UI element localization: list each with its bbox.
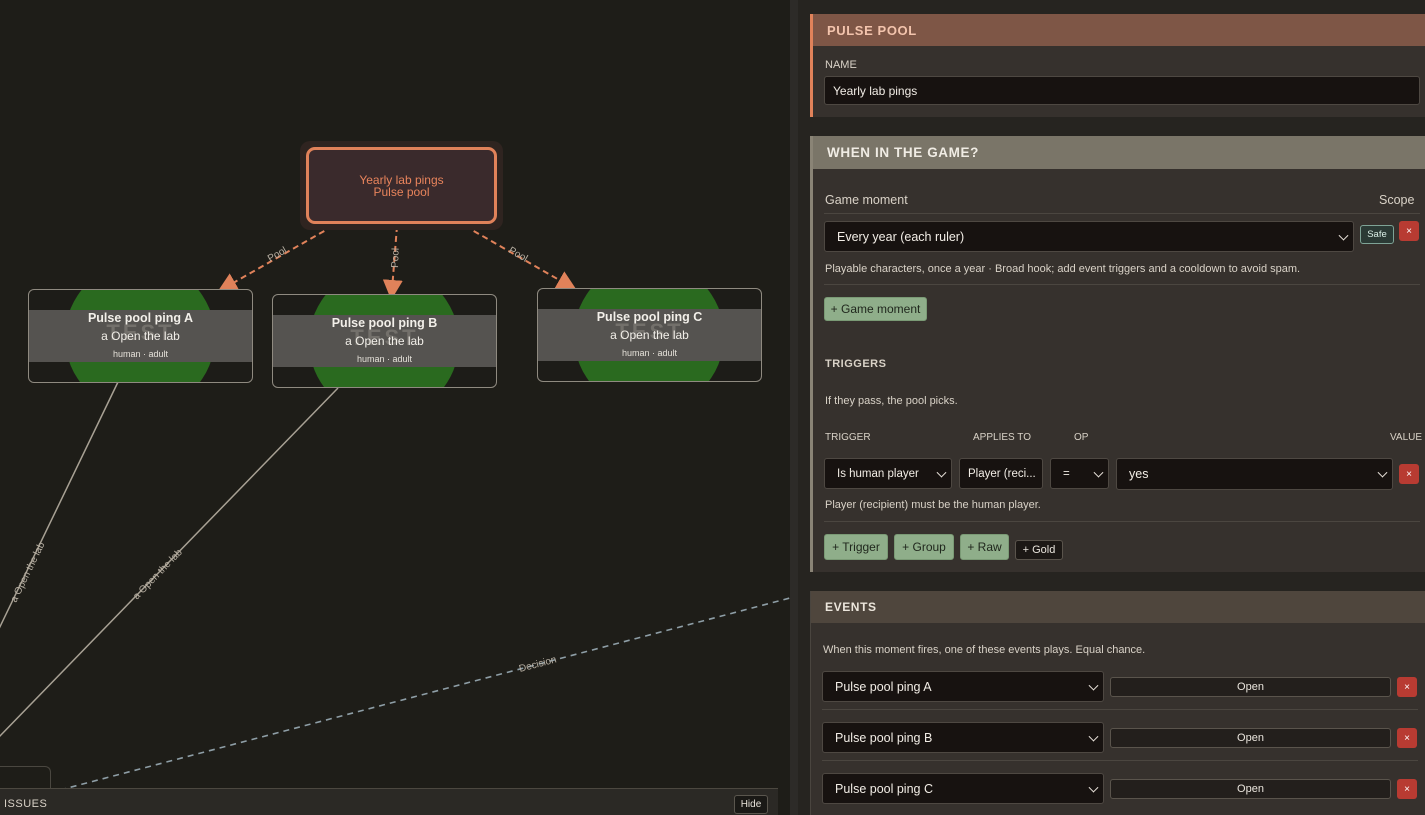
remove-event-button[interactable]: × (1397, 677, 1417, 697)
edge-label-decision: Decision (518, 654, 558, 675)
remove-moment-button[interactable]: × (1399, 221, 1419, 241)
events-card: EVENTS When this moment fires, one of th… (810, 591, 1425, 815)
chevron-down-icon (1093, 467, 1104, 478)
trigger-value: Is human player (837, 467, 919, 480)
open-event-button[interactable]: Open (1110, 728, 1391, 748)
chevron-down-icon (1088, 782, 1099, 793)
chevron-down-icon (1377, 467, 1388, 478)
pulse-pool-node-type: Pulse pool (373, 184, 430, 199)
moment-hint: Playable characters, once a year · Broad… (825, 263, 1301, 275)
event-node-meta: human · adult (356, 354, 413, 364)
chevron-down-icon (936, 467, 947, 478)
value-select[interactable]: yes (1116, 458, 1393, 490)
when-card: WHEN IN THE GAME? Game moment Scope Ever… (810, 136, 1425, 572)
open-event-button[interactable]: Open (1110, 677, 1391, 697)
operator-value: = (1063, 467, 1070, 480)
column-trigger: TRIGGER (825, 432, 871, 443)
scope-label: Scope (1379, 193, 1415, 207)
hide-issues-button[interactable]: Hide (734, 795, 768, 814)
event-node-c[interactable]: TEST Pulse pool ping C a Open the lab hu… (537, 288, 762, 382)
column-value: VALUE (1390, 432, 1423, 443)
edge-label-pool-b: Pool (390, 248, 402, 268)
edge-label-open-a: a Open the lab (9, 540, 48, 604)
pulse-pool-node[interactable]: Yearly lab pings Pulse pool (300, 141, 503, 230)
when-header: WHEN IN THE GAME? (813, 136, 1425, 169)
add-game-moment-button[interactable]: + Game moment (824, 297, 927, 321)
game-moment-select[interactable]: Every year (each ruler) (824, 221, 1354, 252)
edge-decision (59, 597, 790, 791)
event-select-value: Pulse pool ping A (835, 679, 932, 694)
event-select-b[interactable]: Pulse pool ping B (822, 722, 1104, 753)
column-applies-to: APPLIES TO (973, 432, 1031, 443)
events-header: EVENTS (811, 591, 1425, 623)
event-select-c[interactable]: Pulse pool ping C (822, 773, 1104, 804)
event-select-a[interactable]: Pulse pool ping A (822, 671, 1104, 702)
pulse-pool-node-box: Yearly lab pings Pulse pool (306, 147, 497, 224)
triggers-title: TRIGGERS (825, 358, 887, 370)
trigger-select[interactable]: Is human player (824, 458, 952, 489)
edge-label-open-b: a Open the lab (131, 547, 185, 602)
graph-edges: Pool Pool Pool a Open the lab a Open the… (0, 225, 790, 791)
triggers-hint: If they pass, the pool picks. (825, 395, 958, 407)
separator (824, 213, 1420, 214)
scope-badge: Safe (1360, 225, 1394, 244)
event-node-subtitle: a Open the lab (101, 329, 180, 343)
chevron-down-icon (1088, 680, 1099, 691)
pulse-pool-card: PULSE POOL NAME Yearly lab pings (810, 14, 1425, 117)
chevron-down-icon (1338, 230, 1349, 241)
chevron-down-icon (1088, 731, 1099, 742)
events-hint: When this moment fires, one of these eve… (823, 644, 1146, 656)
add-gold-button[interactable]: + Gold (1015, 540, 1063, 560)
game-moment-value: Every year (each ruler) (837, 229, 965, 244)
inspector-panel: PULSE POOL NAME Yearly lab pings WHEN IN… (798, 0, 1425, 815)
remove-event-button[interactable]: × (1397, 728, 1417, 748)
separator (824, 284, 1420, 285)
issues-title: ISSUES (4, 798, 48, 810)
event-node-title: Pulse pool ping C (596, 310, 703, 324)
separator (822, 709, 1418, 710)
operator-select[interactable]: = (1050, 458, 1109, 489)
panel-resize-handle[interactable] (790, 0, 798, 815)
name-input[interactable]: Yearly lab pings (824, 76, 1420, 105)
issues-bar: ISSUES Hide (0, 788, 778, 815)
game-moment-label: Game moment (825, 193, 908, 207)
separator (824, 521, 1420, 522)
add-raw-button[interactable]: + Raw (960, 534, 1009, 560)
event-node-subtitle: a Open the lab (345, 334, 424, 348)
edge-label-pool-a: Pool (266, 245, 289, 265)
pulse-pool-node-name: Yearly lab pings (359, 172, 444, 187)
name-label: NAME (825, 59, 857, 71)
event-select-value: Pulse pool ping C (835, 781, 933, 796)
add-trigger-button[interactable]: + Trigger (824, 534, 888, 560)
applies-to-field[interactable]: Player (reci... (959, 458, 1043, 489)
graph-canvas[interactable]: Pool Pool Pool a Open the lab a Open the… (0, 0, 790, 815)
event-node-b[interactable]: TEST Pulse pool ping B a Open the lab hu… (272, 294, 497, 388)
open-event-button[interactable]: Open (1110, 779, 1391, 799)
event-node-meta: human · adult (621, 348, 678, 358)
event-node-meta: human · adult (112, 349, 169, 359)
pulse-pool-header: PULSE POOL (813, 14, 1425, 46)
event-node-a[interactable]: TEST Pulse pool ping A a Open the lab hu… (28, 289, 253, 383)
event-node-title: Pulse pool ping B (331, 316, 438, 330)
column-op: OP (1074, 432, 1089, 443)
event-node-title: Pulse pool ping A (87, 311, 194, 325)
remove-trigger-button[interactable]: × (1399, 464, 1419, 484)
separator (822, 760, 1418, 761)
trigger-hint: Player (recipient) must be the human pla… (825, 499, 1041, 511)
event-node-subtitle: a Open the lab (610, 328, 689, 342)
add-group-button[interactable]: + Group (894, 534, 954, 560)
value-value: yes (1129, 467, 1149, 481)
event-select-value: Pulse pool ping B (835, 730, 933, 745)
remove-event-button[interactable]: × (1397, 779, 1417, 799)
